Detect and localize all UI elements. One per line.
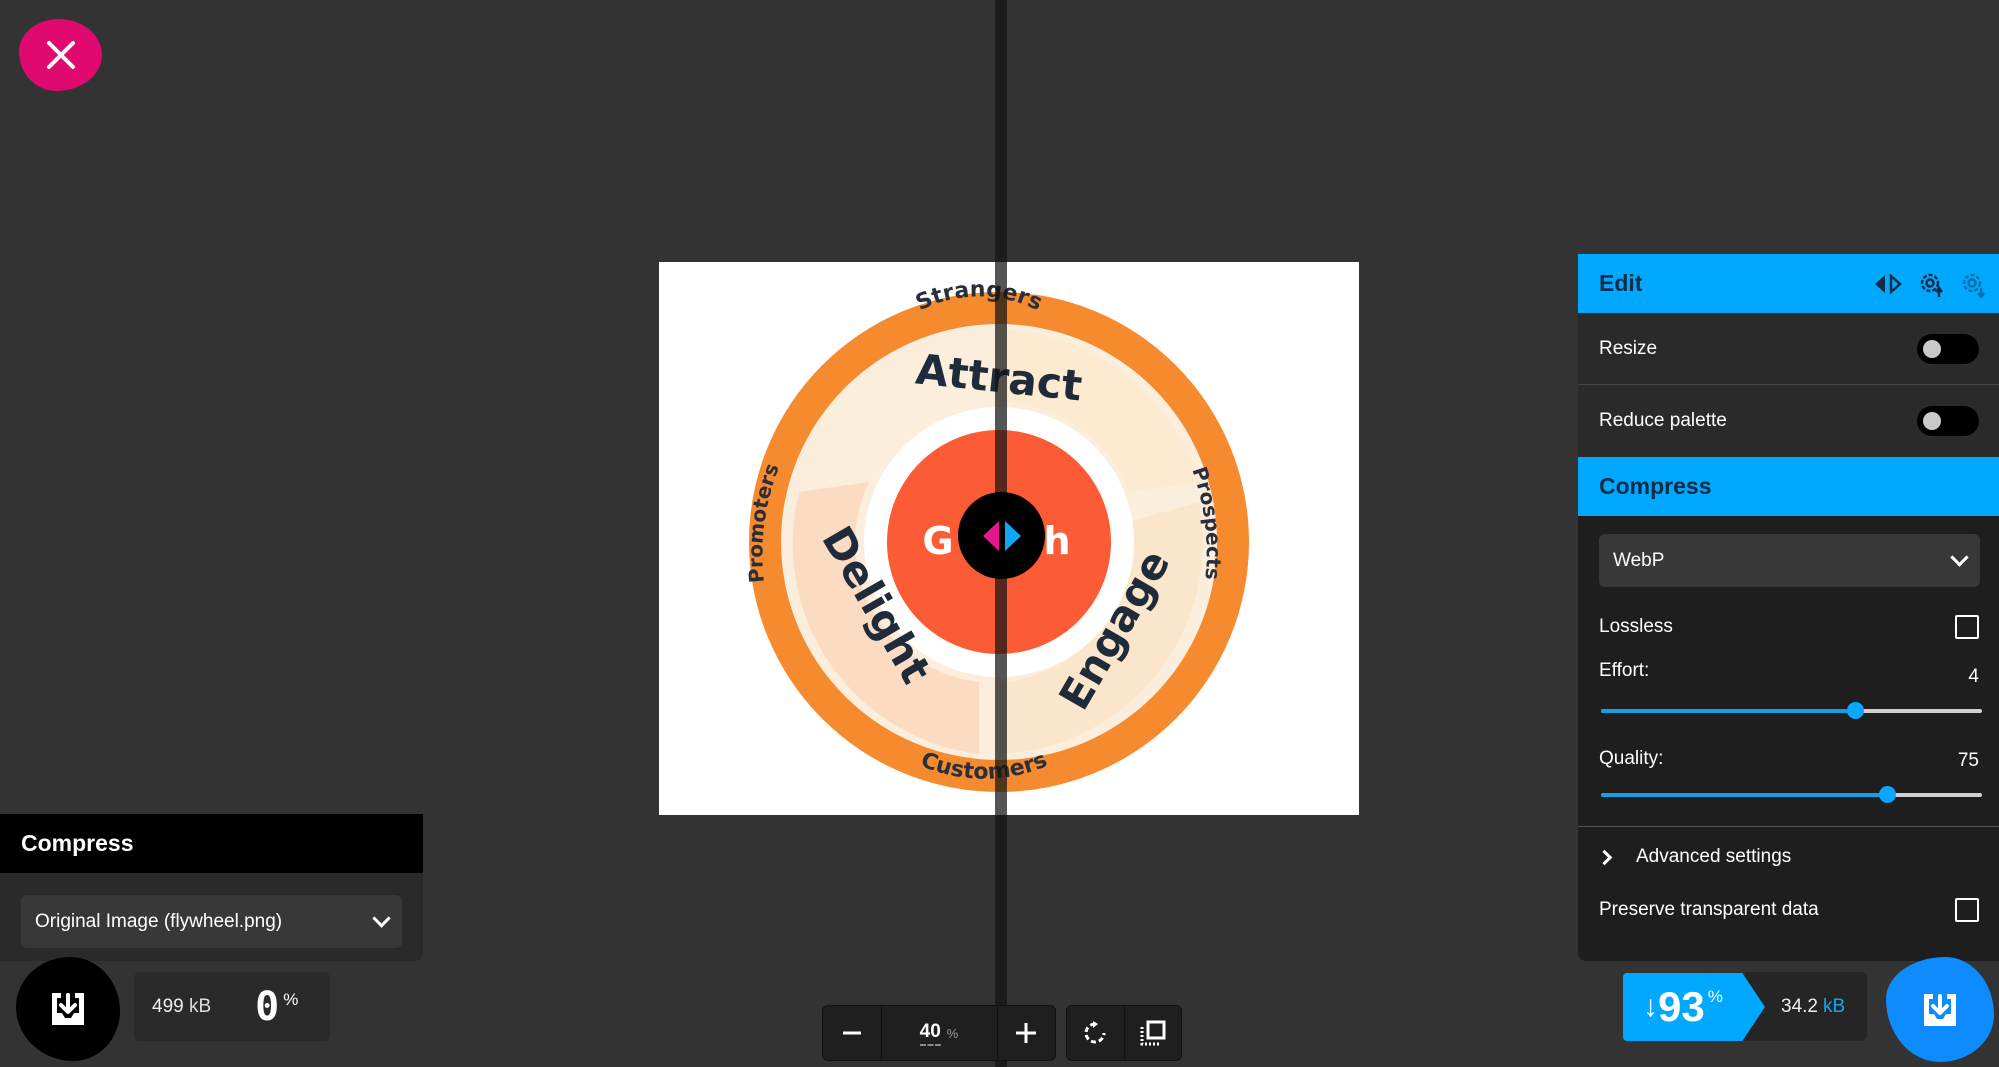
original-reduction-value: 0 — [255, 983, 280, 1030]
preserve-transparent-checkbox[interactable] — [1955, 898, 1979, 922]
toggle-compare-icon[interactable] — [1873, 272, 1903, 295]
left-panel-title: Compress — [0, 814, 423, 873]
slider-thumb[interactable] — [1878, 786, 1896, 803]
left-image-select-value: Original Image (flywheel.png) — [35, 910, 283, 932]
advanced-settings-toggle[interactable]: Advanced settings — [1578, 831, 1999, 883]
effort-value: 4 — [1968, 666, 1979, 687]
edit-header: Edit — [1578, 254, 1999, 313]
slider-fill — [1601, 793, 1887, 797]
resize-row: Resize — [1578, 313, 1999, 385]
center-text-right: h — [1043, 519, 1070, 563]
plus-icon — [1016, 1023, 1037, 1043]
resize-label: Resize — [1599, 337, 1658, 359]
chevron-down-icon — [372, 909, 391, 928]
center-text-left: G — [922, 519, 953, 563]
compressed-file-size-value: 34.2 — [1781, 995, 1818, 1017]
settings-upload-icon[interactable] — [1917, 270, 1945, 298]
quality-slider[interactable] — [1601, 780, 1982, 810]
effort-slider[interactable] — [1601, 696, 1982, 726]
reduce-palette-label: Reduce palette — [1599, 410, 1727, 431]
reduce-palette-row: Reduce palette — [1578, 385, 1999, 457]
minus-icon — [842, 1031, 861, 1035]
resize-toggle[interactable] — [1917, 333, 1979, 364]
background-toggle-icon — [1140, 1020, 1166, 1046]
compare-divider-handle[interactable] — [958, 492, 1045, 579]
quality-label: Quality: — [1599, 748, 1664, 769]
original-reduction-symbol: % — [283, 990, 299, 1009]
compressed-file-size-unit: kB — [1822, 995, 1846, 1017]
view-controls — [1066, 1005, 1182, 1061]
preserve-transparent-label: Preserve transparent data — [1599, 899, 1819, 920]
advanced-settings-label: Advanced settings — [1636, 846, 1792, 867]
settings-download-icon[interactable] — [1959, 270, 1987, 298]
toggle-knob — [1923, 339, 1941, 358]
arrow-left-icon — [982, 520, 999, 551]
section-divider — [1578, 826, 1999, 827]
download-compressed-button[interactable] — [1886, 957, 1994, 1062]
slider-thumb[interactable] — [1847, 702, 1864, 719]
reduction-symbol: % — [1707, 987, 1723, 1006]
zoom-level-input[interactable]: 40 % — [882, 1006, 998, 1060]
left-compress-panel: Compress Original Image (flywheel.png) — [0, 814, 423, 961]
effort-label-row: Effort: 4 — [1578, 660, 1999, 688]
zoom-controls: 40 % — [822, 1005, 1056, 1061]
background-toggle-button[interactable] — [1125, 1006, 1182, 1060]
zoom-value: 40 — [919, 1021, 941, 1046]
lossless-row: Lossless — [1578, 594, 1999, 660]
close-button[interactable] — [19, 19, 102, 91]
compress-title: Compress — [1599, 473, 1712, 499]
chevron-down-icon — [1950, 548, 1969, 567]
arrow-right-icon — [1004, 520, 1021, 551]
edit-title: Edit — [1599, 270, 1643, 296]
quality-value: 75 — [1957, 750, 1979, 771]
slider-fill — [1601, 709, 1855, 713]
reduce-palette-toggle[interactable] — [1917, 406, 1979, 436]
preserve-transparent-row: Preserve transparent data — [1578, 883, 1999, 937]
quality-label-row: Quality: 75 — [1578, 748, 1999, 772]
original-file-size-value: 499 — [152, 995, 184, 1017]
zoom-out-button[interactable] — [823, 1006, 882, 1060]
original-stats: 499 kB 0 % — [134, 972, 330, 1041]
original-file-size-unit: kB — [188, 995, 212, 1017]
reduction-value: 93 — [1658, 983, 1705, 1030]
download-original-button[interactable] — [16, 957, 120, 1061]
left-image-select[interactable]: Original Image (flywheel.png) — [21, 895, 402, 948]
download-icon — [52, 993, 84, 1025]
format-select-value: WebP — [1613, 549, 1665, 571]
chevron-right-icon — [1596, 849, 1613, 865]
download-icon — [1924, 993, 1956, 1026]
effort-label: Effort: — [1599, 660, 1650, 681]
format-select-wrap: WebP — [1578, 516, 1999, 594]
rotate-icon — [1084, 1021, 1106, 1044]
reduction-badge: ↓ 93 % — [1623, 973, 1765, 1041]
zoom-unit: % — [946, 1025, 959, 1041]
lossless-checkbox[interactable] — [1955, 615, 1979, 639]
rotate-button[interactable] — [1067, 1006, 1125, 1060]
close-icon — [46, 41, 75, 69]
toggle-knob — [1923, 412, 1941, 430]
down-arrow-icon: ↓ — [1643, 990, 1658, 1023]
compress-header: Compress — [1578, 457, 1999, 516]
edit-panel: Edit Resize Reduce palette Compress WebP… — [1578, 254, 1999, 961]
original-file-size: 499 kB — [152, 996, 211, 1018]
lossless-label: Lossless — [1599, 616, 1673, 637]
zoom-in-button[interactable] — [998, 1006, 1056, 1060]
format-select[interactable]: WebP — [1599, 534, 1980, 587]
